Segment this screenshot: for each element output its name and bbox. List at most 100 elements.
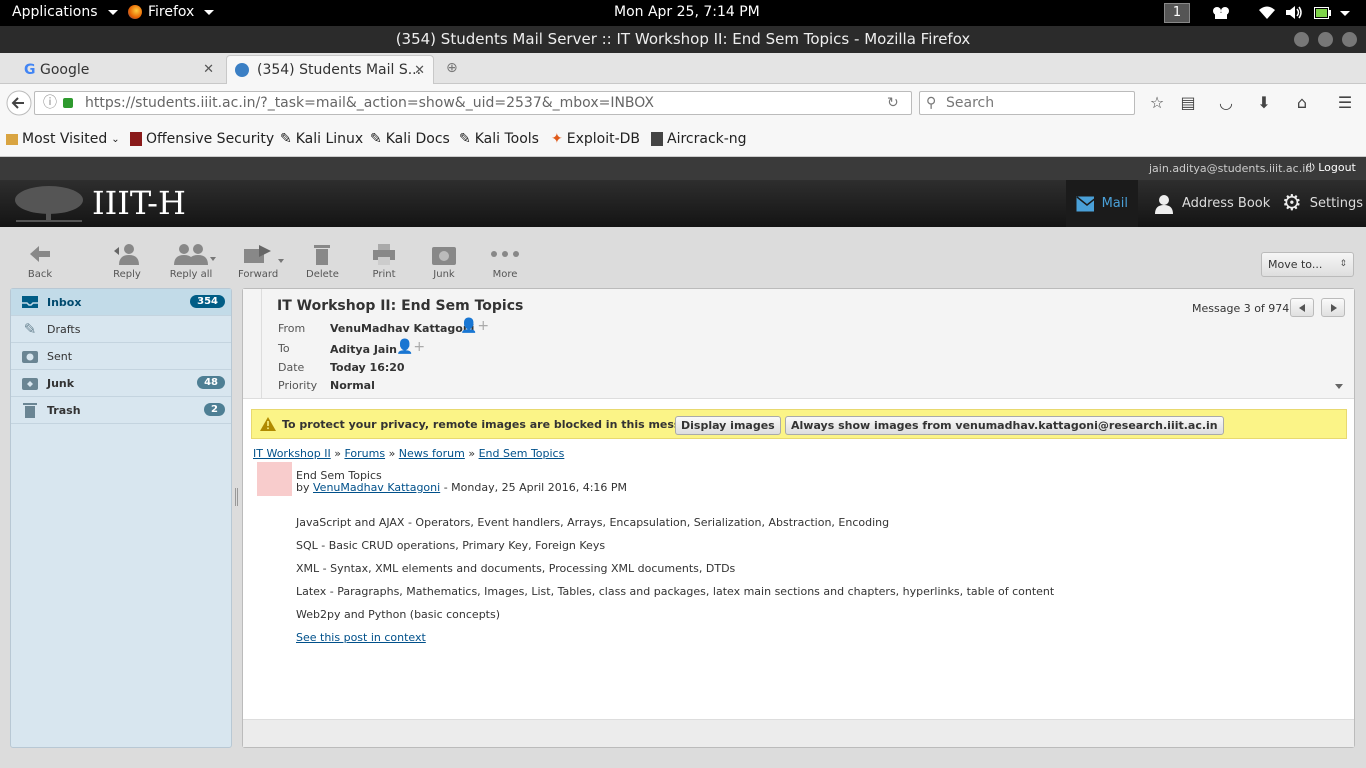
firefox-app-menu[interactable]: Firefox	[128, 4, 215, 20]
tree-logo-icon	[15, 186, 83, 222]
workspace-indicator[interactable]: 1	[1164, 3, 1190, 23]
add-contact-icon[interactable]: 👤+	[460, 318, 489, 334]
power-icon: ⏻	[1306, 161, 1315, 174]
applications-menu[interactable]: Applications	[12, 4, 118, 20]
forward-label: Forward	[238, 269, 279, 280]
chevron-down-icon: ⌄	[111, 133, 120, 145]
minimize-icon[interactable]	[1294, 32, 1309, 47]
reply-button[interactable]: Reply	[110, 242, 144, 280]
clock[interactable]: Mon Apr 25, 7:14 PM	[614, 4, 760, 20]
folder-drafts[interactable]: ✎ Drafts	[11, 316, 231, 343]
trash-icon	[306, 242, 338, 266]
print-label: Print	[372, 269, 396, 280]
printer-icon	[370, 242, 398, 266]
reload-icon[interactable]: ↻	[887, 92, 899, 114]
battery-icon[interactable]	[1314, 7, 1332, 19]
download-icon[interactable]: ⬇	[1254, 93, 1274, 113]
move-to-select[interactable]: Move to... ⇕	[1261, 252, 1354, 277]
maximize-icon[interactable]	[1318, 32, 1333, 47]
navigation-bar: ⓘ https://students.iiit.ac.in/?_task=mai…	[0, 84, 1366, 122]
url-bar[interactable]: ⓘ https://students.iiit.ac.in/?_task=mai…	[34, 91, 912, 115]
bookmarks-toolbar: Most Visited ⌄ Offensive Security ✎ Kali L…	[0, 122, 1366, 157]
user-email: jain.aditya@students.iiit.ac.in	[1149, 162, 1313, 175]
close-tab-icon[interactable]: ✕	[203, 62, 214, 77]
nav-address-book[interactable]: Address Book	[1144, 180, 1280, 227]
junk-button[interactable]: Junk	[430, 242, 458, 280]
reply-all-button[interactable]: Reply all	[168, 242, 214, 280]
back-arrow-icon[interactable]	[6, 90, 32, 116]
tab-label: (354) Students Mail S...	[257, 62, 422, 78]
bookmark-offensive-security[interactable]: Offensive Security	[130, 131, 274, 147]
expand-headers-icon[interactable]	[1335, 384, 1343, 389]
print-button[interactable]: Print	[370, 242, 398, 280]
folder-label: Inbox	[47, 295, 82, 309]
bookmark-exploit-db[interactable]: ✦ Exploit-DB	[551, 131, 640, 147]
bookmark-kali-tools[interactable]: ✎ Kali Tools	[459, 131, 539, 147]
kali-icon: ✎	[370, 131, 382, 147]
folder-junk[interactable]: Junk 48	[11, 370, 231, 397]
nav-mail-label: Mail	[1101, 196, 1128, 211]
to-value[interactable]: Aditya Jain	[330, 343, 397, 356]
splitter-handle[interactable]	[235, 488, 238, 506]
more-button[interactable]: More	[490, 242, 520, 280]
breadcrumb-link[interactable]: Forums	[344, 447, 385, 460]
nav-settings-label: Settings	[1309, 196, 1364, 211]
display-images-button[interactable]: Display images	[675, 416, 781, 435]
bookmark-aircrack-ng[interactable]: Aircrack-ng	[651, 131, 747, 147]
folder-label: Trash	[47, 403, 81, 417]
nav-mail[interactable]: Mail	[1066, 180, 1138, 227]
bookmark-kali-docs[interactable]: ✎ Kali Docs	[370, 131, 450, 147]
folder-trash[interactable]: Trash 2	[11, 397, 231, 424]
firefox-label: Firefox	[148, 4, 195, 20]
breadcrumb-link[interactable]: End Sem Topics	[479, 447, 565, 460]
system-menu-chevron-icon[interactable]	[1340, 11, 1350, 16]
gear-icon: ⚙	[1282, 191, 1302, 216]
wifi-icon[interactable]	[1258, 5, 1276, 20]
arrow-left-icon	[1299, 304, 1305, 312]
iiith-logo: IIIT-H	[12, 182, 186, 224]
post-by-label: by	[296, 481, 310, 494]
junk-icon	[20, 375, 40, 391]
breadcrumb-link[interactable]: News forum	[399, 447, 465, 460]
back-button[interactable]: Back	[26, 242, 54, 280]
folder-sent[interactable]: Sent	[11, 343, 231, 370]
forward-dropdown-icon[interactable]	[278, 259, 284, 263]
reading-list-icon[interactable]: ▤	[1178, 93, 1198, 113]
url-text[interactable]: https://students.iiit.ac.in/?_task=mail&…	[85, 92, 875, 114]
home-icon[interactable]: ⌂	[1292, 93, 1312, 113]
logout-button[interactable]: ⏻ Logout	[1306, 161, 1356, 175]
tab-google[interactable]: G Google ✕	[16, 55, 222, 84]
reply-all-dropdown-icon[interactable]	[210, 257, 216, 261]
bookmark-most-visited[interactable]: Most Visited ⌄	[6, 131, 120, 147]
breadcrumb-link[interactable]: IT Workshop II	[253, 447, 331, 460]
search-box[interactable]: ⚲ Search	[919, 91, 1135, 115]
video-icon[interactable]	[1212, 6, 1232, 20]
nav-settings[interactable]: ⚙ Settings	[1272, 180, 1366, 227]
folder-label: Junk	[47, 376, 75, 390]
delete-button[interactable]: Delete	[306, 242, 339, 280]
always-show-images-button[interactable]: Always show images from venumadhav.katta…	[785, 416, 1224, 435]
pocket-icon[interactable]: ◡	[1216, 93, 1236, 113]
search-icon: ⚲	[926, 95, 937, 111]
reply-all-label: Reply all	[169, 269, 213, 280]
add-contact-icon[interactable]: 👤+	[396, 339, 425, 355]
folder-inbox[interactable]: Inbox 354	[11, 289, 231, 316]
volume-icon[interactable]	[1285, 5, 1303, 20]
post-author-link[interactable]: VenuMadhav Kattagoni	[313, 481, 440, 494]
from-value[interactable]: VenuMadhav Kattagoni	[330, 322, 474, 335]
previous-message-button[interactable]	[1290, 298, 1314, 317]
tab-mail[interactable]: (354) Students Mail S... ✕	[226, 55, 434, 84]
search-placeholder: Search	[946, 95, 995, 111]
bookmark-kali-linux[interactable]: ✎ Kali Linux	[280, 131, 363, 147]
bookmark-label: Most Visited	[22, 131, 108, 147]
breadcrumb-separator: »	[468, 447, 476, 460]
new-tab-icon[interactable]: ⊕	[446, 60, 458, 76]
bookmark-star-icon[interactable]: ☆	[1147, 93, 1167, 113]
next-message-button[interactable]	[1321, 298, 1345, 317]
forward-button[interactable]: Forward	[238, 242, 278, 280]
see-in-context-link[interactable]: See this post in context	[296, 631, 426, 644]
hamburger-menu-icon[interactable]: ☰	[1335, 93, 1355, 113]
info-icon[interactable]: ⓘ	[43, 92, 57, 114]
close-tab-icon[interactable]: ✕	[414, 63, 425, 78]
close-window-icon[interactable]	[1342, 32, 1357, 47]
